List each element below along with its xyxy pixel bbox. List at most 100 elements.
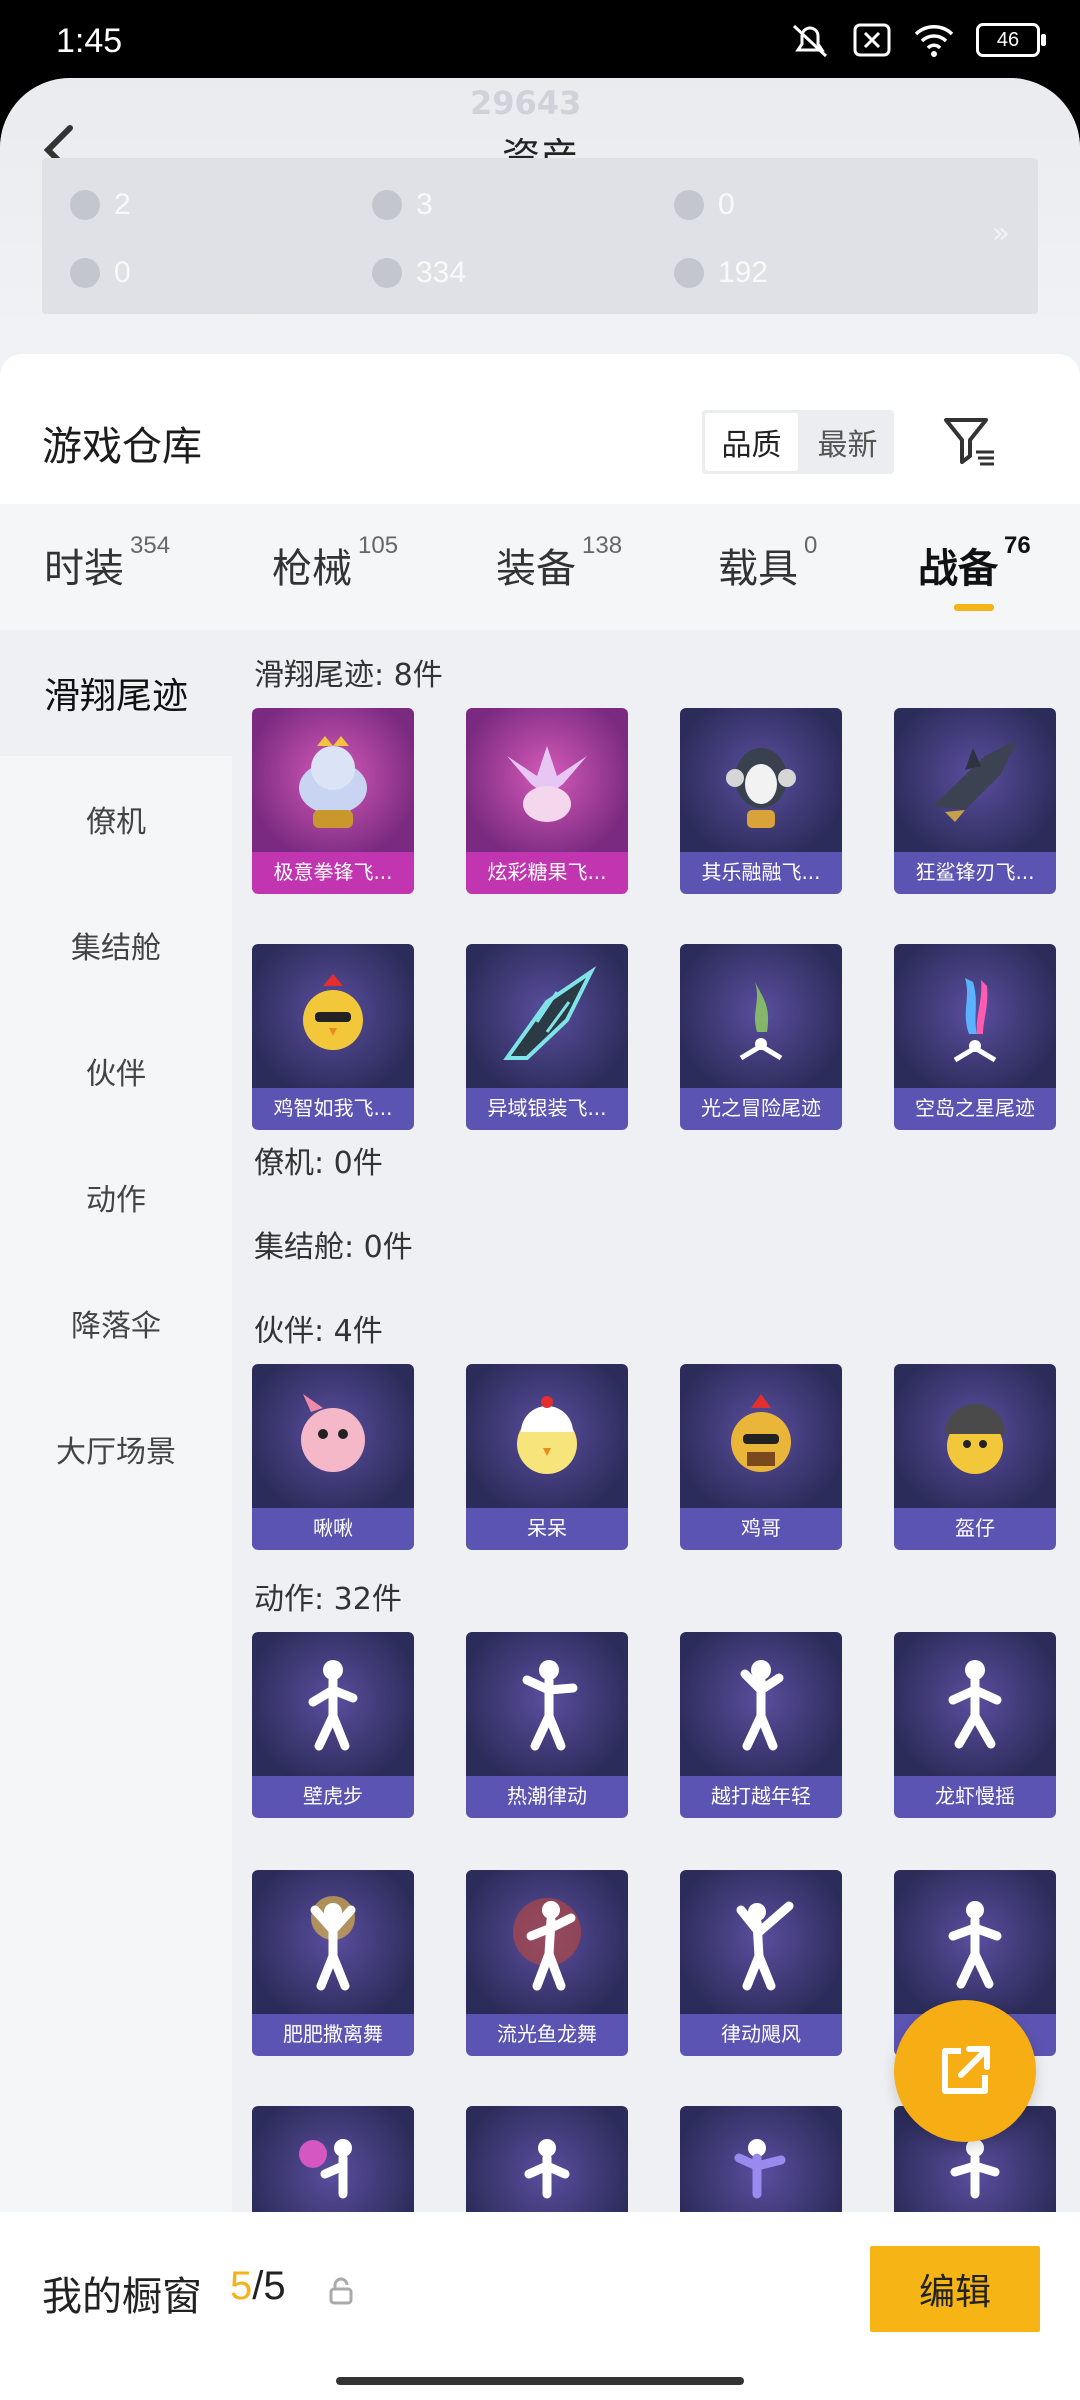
dancer-icon	[740, 1660, 784, 1751]
item-art	[894, 1632, 1056, 1782]
tab-fashion[interactable]: 时装354	[44, 532, 170, 594]
item-label: 鸡哥	[680, 1508, 842, 1550]
showcase-count: 5/5	[230, 2264, 286, 2309]
item-label: 流光鱼龙舞	[466, 2014, 628, 2056]
item-card[interactable]: 极意拳锋飞...	[252, 708, 414, 894]
item-art	[894, 1870, 1056, 2020]
item-label: 其乐融融飞...	[680, 852, 842, 894]
elephant-icon	[299, 736, 367, 828]
penguin-icon	[726, 748, 796, 828]
item-card[interactable]: 狂鲨锋刃飞...	[894, 708, 1056, 894]
item-label: 光之冒险尾迹	[680, 1088, 842, 1130]
section-title-capsule: 集结舱: 0件	[254, 1230, 413, 1265]
item-label: 异域银装飞...	[466, 1088, 628, 1130]
filter-icon[interactable]	[940, 412, 998, 470]
item-card[interactable]: 壁虎步	[252, 1632, 414, 1818]
item-card[interactable]: 啾啾	[252, 1364, 414, 1550]
share-button[interactable]	[894, 2000, 1036, 2142]
battery-level: 46	[996, 28, 1020, 51]
candy-icon	[507, 746, 587, 822]
item-card[interactable]: 鸡哥	[680, 1364, 842, 1550]
tab-equipment[interactable]: 装备138	[496, 532, 622, 594]
item-art	[252, 1632, 414, 1782]
dancer-icon	[948, 1660, 1002, 1749]
rainbow-trail-icon	[953, 978, 997, 1063]
item-label: 空岛之星尾迹	[894, 1088, 1056, 1130]
asset-value: 334	[416, 256, 467, 289]
pink-creature-icon	[301, 1394, 365, 1472]
tab-count: 105	[358, 532, 399, 559]
item-label: 律动飓风	[680, 2014, 842, 2056]
status-icons: 46	[788, 20, 1046, 60]
item-card[interactable]: 光之冒险尾迹	[680, 944, 842, 1130]
item-card[interactable]: 盔仔	[894, 1364, 1056, 1550]
dancer-icon	[308, 1660, 358, 1751]
sidebar-item-trail[interactable]: 滑翔尾迹	[0, 630, 232, 756]
item-card[interactable]: 律动飓风	[680, 1870, 842, 2056]
item-card[interactable]: 流光鱼龙舞	[466, 1870, 628, 2056]
tab-vehicles[interactable]: 载具0	[718, 532, 817, 594]
item-card[interactable]: 其乐融融飞...	[680, 708, 842, 894]
sidebar-item-parachute[interactable]: 降落伞	[0, 1260, 232, 1386]
asset-panel[interactable]: 2 3 0 0 334 192 »	[42, 158, 1038, 314]
home-indicator[interactable]	[336, 2377, 744, 2385]
tab-supplies[interactable]: 战备76	[918, 532, 1031, 594]
item-art	[466, 708, 628, 858]
item-art	[466, 944, 628, 1094]
tab-label: 战备	[918, 547, 998, 591]
currency-value: 29643	[470, 84, 582, 122]
tab-label: 载具	[718, 547, 798, 591]
item-label: 越打越年轻	[680, 1776, 842, 1818]
item-label: 啾啾	[252, 1508, 414, 1550]
asset-item: 2	[70, 188, 131, 222]
tab-label: 时装	[44, 547, 124, 591]
tab-label: 枪械	[272, 547, 352, 591]
asset-value: 0	[718, 188, 735, 221]
mute-icon	[792, 24, 828, 58]
tab-count: 76	[1004, 532, 1031, 559]
item-label: 炫彩糖果飞...	[466, 852, 628, 894]
more-icon[interactable]: »	[992, 216, 1010, 251]
item-art	[466, 1870, 628, 2020]
sidebar-item-wingman[interactable]: 僚机	[0, 756, 232, 882]
item-art	[680, 1632, 842, 1782]
status-time: 1:45	[56, 22, 123, 60]
category-tabs: 时装354 枪械105 装备138 载具0 战备76	[0, 504, 1080, 630]
item-card[interactable]: 肥肥撒离舞	[252, 1870, 414, 2056]
item-card[interactable]: 异域银装飞...	[466, 944, 628, 1130]
tab-count: 138	[582, 532, 623, 559]
tab-weapons[interactable]: 枪械105	[272, 532, 398, 594]
item-card[interactable]: 热潮律动	[466, 1632, 628, 1818]
sidebar-item-partner[interactable]: 伙伴	[0, 1008, 232, 1134]
asset-value: 3	[416, 188, 433, 221]
item-art	[894, 1364, 1056, 1514]
item-art	[680, 944, 842, 1094]
item-label: 热潮律动	[466, 1776, 628, 1818]
item-card[interactable]: 鸡智如我飞...	[252, 944, 414, 1130]
item-card[interactable]: 龙虾慢摇	[894, 1632, 1056, 1818]
item-art	[894, 708, 1056, 858]
coin-icon	[674, 258, 704, 288]
lock-icon	[329, 2277, 353, 2305]
tab-count: 0	[804, 532, 818, 559]
warehouse-title: 游戏仓库	[42, 425, 202, 469]
item-card[interactable]: 炫彩糖果飞...	[466, 708, 628, 894]
edit-button[interactable]: 编辑	[870, 2246, 1040, 2332]
tab-count: 354	[130, 532, 171, 559]
section-title-trail: 滑翔尾迹: 8件	[254, 658, 443, 693]
item-card[interactable]: 空岛之星尾迹	[894, 944, 1056, 1130]
showcase-title: 我的橱窗	[42, 2275, 202, 2319]
item-card[interactable]: 呆呆	[466, 1364, 628, 1550]
showcase-bar: 我的橱窗 5/5 编辑	[0, 2212, 1080, 2400]
sort-latest-button[interactable]: 最新	[801, 410, 894, 474]
sidebar-item-capsule[interactable]: 集结舱	[0, 882, 232, 1008]
sort-quality-button[interactable]: 品质	[705, 413, 798, 471]
sidebar-item-lobby[interactable]: 大厅场景	[0, 1386, 232, 1512]
trail-smoke-icon	[739, 982, 783, 1061]
sidebar-item-action[interactable]: 动作	[0, 1134, 232, 1260]
item-card[interactable]: 越打越年轻	[680, 1632, 842, 1818]
item-art	[252, 944, 414, 1094]
section-title-wingman: 僚机: 0件	[254, 1146, 383, 1181]
item-art	[252, 1870, 414, 2020]
coin-icon	[674, 190, 704, 220]
